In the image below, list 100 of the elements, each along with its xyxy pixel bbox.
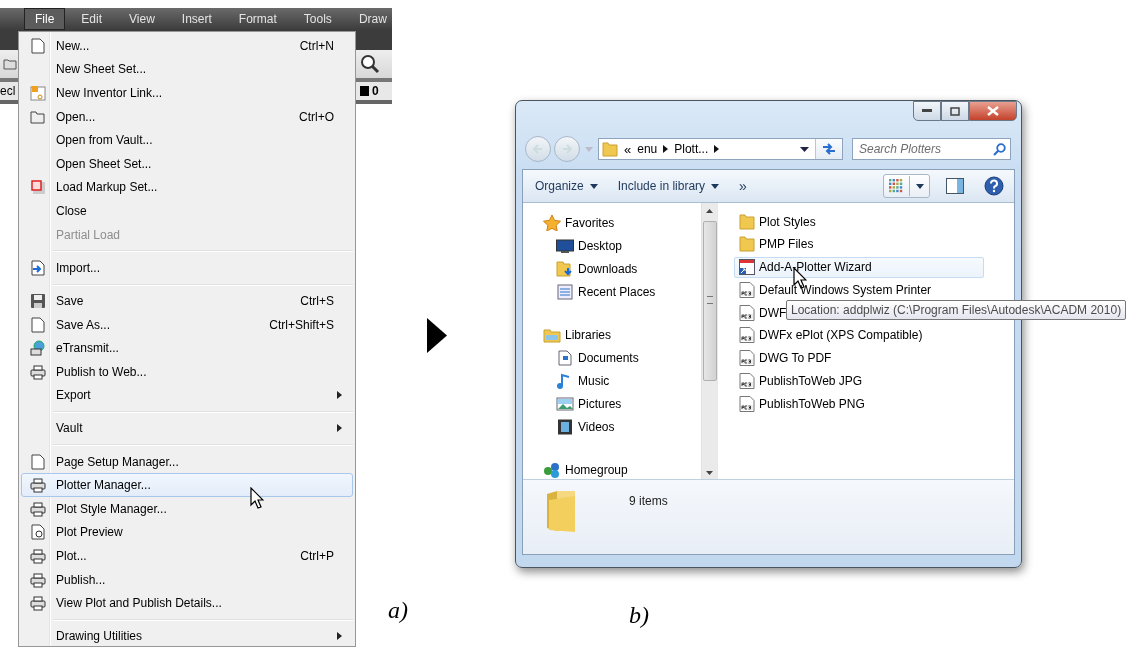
printer-icon [30, 548, 46, 565]
menu-item[interactable]: Vault [21, 416, 353, 441]
menu-bar-item[interactable]: Edit [70, 8, 114, 30]
search-field[interactable]: Search Plotters [852, 138, 1011, 160]
menu-bar-item[interactable]: Tools [292, 8, 343, 30]
wizard-shortcut-icon [739, 259, 755, 276]
chevron-right-icon[interactable] [714, 145, 720, 153]
search-input[interactable]: Search Plotters [859, 142, 993, 156]
menu-bar-item[interactable]: File [24, 8, 66, 30]
submenu-arrow-icon [337, 632, 342, 641]
film-icon [556, 418, 574, 435]
scroll-down-icon[interactable] [706, 471, 713, 475]
explorer-entry[interactable]: DWFx ePlot (XPS Compatible) [734, 325, 984, 346]
link-icon [30, 85, 46, 101]
menu-item[interactable]: Export [21, 383, 353, 408]
more-commands-button[interactable]: » [739, 178, 747, 194]
minimize-icon [922, 109, 932, 113]
explorer-entry[interactable]: PublishToWeb PNG [734, 393, 984, 415]
library-icon [543, 326, 561, 343]
mouse-pointer-icon [250, 487, 264, 509]
navigation-item[interactable]: Desktop [543, 234, 701, 257]
menu-item[interactable]: Close [21, 199, 353, 223]
submenu-arrow-icon [337, 391, 342, 400]
left-arrow-icon [533, 144, 543, 154]
explorer-entry[interactable]: DWG To PDF [734, 347, 984, 369]
view-options-button[interactable] [883, 174, 930, 198]
toolbar-button[interactable]: Organize [535, 179, 598, 193]
search-icon [993, 142, 1006, 156]
menu-item[interactable]: Plotter Manager... [21, 473, 353, 498]
explorer-entry[interactable]: PublishToWeb JPG [734, 370, 984, 392]
globe-icon [30, 340, 46, 357]
menu-item[interactable]: New Inventor Link... [21, 81, 353, 105]
minimize-button[interactable] [913, 101, 941, 121]
preview-pane-icon[interactable] [946, 178, 964, 194]
maximize-icon [950, 106, 960, 116]
explorer-entry[interactable]: Add-A-Plotter Wizard [734, 256, 984, 278]
menu-item[interactable]: Publish to Web... [21, 359, 353, 384]
menu-item[interactable]: Save Ctrl+S [21, 289, 353, 313]
breadcrumb-item[interactable]: enu [637, 142, 658, 156]
chevron-right-icon[interactable] [663, 145, 669, 153]
breadcrumb-overflow[interactable]: « [624, 141, 632, 157]
menu-item[interactable]: Import... [21, 255, 353, 280]
search-icon[interactable] [360, 54, 380, 74]
toolbar-button[interactable]: Include in library [617, 179, 720, 193]
menu-item[interactable]: Plot Style Manager... [21, 497, 353, 521]
refresh-button[interactable] [815, 139, 842, 159]
menu-bar-item[interactable]: Format [227, 8, 288, 30]
navigation-item[interactable]: Pictures [543, 392, 701, 415]
explorer-entry[interactable]: PMP Files [734, 233, 984, 255]
dropdown-icon[interactable] [800, 146, 809, 152]
breadcrumb-item[interactable]: Plott... [674, 142, 709, 156]
save-icon [30, 292, 46, 309]
navigation-item[interactable]: Music [543, 369, 701, 392]
menu-bar-item[interactable]: Draw [347, 8, 392, 30]
menu-item[interactable]: Save As... Ctrl+Shift+S [21, 312, 353, 337]
menu-item[interactable]: View Plot and Publish Details... [21, 591, 353, 616]
navigation-item[interactable]: Homegroup [543, 458, 701, 479]
menu-item[interactable]: Plot... Ctrl+P [21, 544, 353, 568]
navigation-item[interactable]: Recent Places [543, 280, 701, 303]
menu-item[interactable]: Drawing Utilities [21, 624, 353, 649]
menu-item[interactable]: New Sheet Set... [21, 57, 353, 82]
maximize-button[interactable] [941, 101, 969, 121]
scrollbar[interactable] [701, 203, 717, 479]
menu-bar-item[interactable]: Insert [170, 8, 223, 30]
navigation-item[interactable]: Libraries [543, 323, 701, 346]
pc3-file-icon [739, 373, 755, 390]
import-icon [30, 259, 46, 276]
explorer-entry[interactable]: Plot Styles [734, 211, 984, 232]
menu-item[interactable]: Plot Preview [21, 520, 353, 545]
caret-icon [589, 183, 598, 189]
pictures-icon [556, 395, 574, 412]
address-bar[interactable]: « enu Plott... [598, 138, 843, 160]
color-swatch-icon [360, 86, 369, 96]
layer-value: 0 [372, 84, 379, 98]
menu-item[interactable]: Publish... [21, 567, 353, 592]
folder-icon [602, 141, 618, 157]
navigation-item[interactable]: Favorites [543, 211, 701, 234]
explorer-entry[interactable]: Default Windows System Printer [734, 279, 984, 301]
item-count: 9 items [629, 494, 668, 508]
close-button[interactable] [969, 101, 1017, 121]
close-icon [987, 106, 999, 116]
menu-item[interactable]: Load Markup Set... [21, 175, 353, 200]
folder-icon [739, 236, 755, 253]
menu-item[interactable]: Open Sheet Set... [21, 151, 353, 176]
navigation-item[interactable]: Videos [543, 415, 701, 438]
menu-item[interactable]: Page Setup Manager... [21, 449, 353, 474]
menu-item[interactable]: Open... Ctrl+O [21, 104, 353, 129]
navigation-item[interactable]: Documents [543, 346, 701, 369]
menu-item[interactable]: eTransmit... [21, 336, 353, 360]
menu-item[interactable]: Open from Vault... [21, 128, 353, 152]
pc3-file-icon [739, 350, 755, 367]
star-icon [543, 214, 561, 231]
menu-bar-item[interactable]: View [118, 8, 166, 30]
folder-icon [3, 58, 17, 70]
scroll-up-icon[interactable] [706, 209, 713, 213]
printer-icon [30, 477, 46, 494]
menu-item[interactable]: New... Ctrl+N [21, 34, 353, 58]
help-icon[interactable] [984, 176, 1004, 196]
caret-icon [916, 183, 924, 189]
navigation-item[interactable]: Downloads [543, 257, 701, 280]
